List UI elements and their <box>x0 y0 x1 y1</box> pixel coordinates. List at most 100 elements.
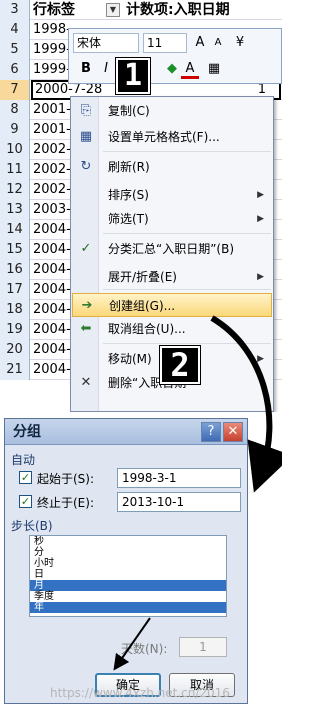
row-number[interactable]: 5 <box>0 40 30 60</box>
start-at-label: 起始于(S): <box>37 472 95 486</box>
row-label-cell[interactable]: 2004- <box>31 240 71 260</box>
row-number[interactable]: 10 <box>0 140 30 160</box>
header-row: 3 行标签 ▼ 计数项:入职日期 <box>0 0 282 20</box>
row-number[interactable]: 7 <box>0 80 30 100</box>
grow-font-button[interactable]: A <box>191 33 209 53</box>
row-number[interactable]: 13 <box>0 200 30 220</box>
end-at-input[interactable]: 2013-10-1 <box>117 492 241 512</box>
list-item[interactable]: 年 <box>30 602 226 613</box>
menu-item[interactable]: ✓ 分类汇总“入职日期”(B) <box>72 237 272 261</box>
menu-item[interactable]: ⎘ 复制(C) <box>72 99 272 123</box>
list-item[interactable]: 日 <box>30 569 226 580</box>
days-label: 天数(N): <box>121 642 168 656</box>
menu-item-label: 移动(M) <box>108 352 152 366</box>
copy-icon: ⎘ <box>80 103 92 118</box>
list-item[interactable]: 分 <box>30 547 226 558</box>
end-at-checkbox[interactable]: ✓ <box>19 495 32 508</box>
watermark: https://www.4xzh.net.cn/2016 <box>50 686 230 700</box>
step-section-label: 步长(B) <box>11 519 53 533</box>
row-number[interactable]: 6 <box>0 60 30 80</box>
row-label-cell[interactable]: 1999- <box>31 60 71 80</box>
list-item[interactable]: 月 <box>30 580 226 591</box>
group-dialog: 分组 ? ✕ 自动 ✓ 起始于(S): 1998-3-1 ✓ 终止于(E): 2… <box>4 418 248 704</box>
list-item[interactable]: 秒 <box>30 536 226 547</box>
row-number[interactable]: 19 <box>0 320 30 340</box>
row-number[interactable]: 14 <box>0 220 30 240</box>
row-label-cell[interactable]: 2002- <box>31 180 71 200</box>
row-label-cell[interactable]: 2001- <box>31 100 71 120</box>
row-number[interactable]: 9 <box>0 120 30 140</box>
menu-item-label: 刷新(R) <box>108 160 150 174</box>
menu-item-label: 复制(C) <box>108 104 150 118</box>
dialog-title-bar: 分组 ? ✕ <box>5 419 247 445</box>
step-2-badge: 2 <box>160 346 200 384</box>
row-label-cell[interactable]: 2004- <box>31 300 71 320</box>
row-label-cell[interactable]: 2004- <box>31 340 71 360</box>
menu-item[interactable]: 筛选(T) ▶ <box>72 207 272 231</box>
format-cells-icon: ▦ <box>79 129 93 144</box>
menu-item[interactable]: 排序(S) ▶ <box>72 183 272 207</box>
row-label-cell[interactable]: 2001- <box>31 120 71 140</box>
row-label-cell[interactable]: 2002- <box>31 140 71 160</box>
list-item[interactable]: 小时 <box>30 558 226 569</box>
font-size-select[interactable]: 11 <box>143 33 187 53</box>
row-label-cell[interactable]: 2004- <box>31 360 71 380</box>
end-at-label: 终止于(E): <box>37 496 94 510</box>
row-number[interactable]: 20 <box>0 340 30 360</box>
mini-toolbar: 宋体 11 A A ¥ B I ◆ A ▦ <box>68 28 282 84</box>
menu-item[interactable]: ⬅ 取消组合(U)... <box>72 317 272 341</box>
fill-color-icon[interactable]: ◆ <box>163 59 181 79</box>
days-input[interactable]: 1 <box>179 637 227 657</box>
row-label-header[interactable]: 行标签 <box>31 0 75 20</box>
row-label-cell[interactable]: 2004- <box>31 320 71 340</box>
row-label-cell[interactable]: 2004- <box>31 220 71 240</box>
menu-item-label: 展开/折叠(E) <box>108 270 177 284</box>
font-color-button[interactable]: A <box>181 59 199 79</box>
row-number[interactable]: 11 <box>0 160 30 180</box>
menu-item[interactable]: ▦ 设置单元格格式(F)... <box>72 125 272 149</box>
menu-item-label: 分类汇总“入职日期”(B) <box>108 242 235 256</box>
row-label-cell[interactable]: 1998- <box>31 20 71 40</box>
delete-icon: ✕ <box>80 375 92 390</box>
number-format-icon[interactable]: ¥ <box>231 33 249 53</box>
row-label-cell[interactable]: 1999- <box>31 40 71 60</box>
help-button[interactable]: ? <box>201 422 221 442</box>
row-label-cell[interactable]: 2004- <box>31 280 71 300</box>
row-number[interactable]: 16 <box>0 260 30 280</box>
row-number[interactable]: 4 <box>0 20 30 40</box>
group-arrow-icon: ➔ <box>81 298 93 313</box>
italic-button[interactable]: I <box>97 59 115 79</box>
row-number[interactable]: 12 <box>0 180 30 200</box>
font-name-select[interactable]: 宋体 <box>73 33 139 53</box>
submenu-arrow-icon: ▶ <box>257 354 264 364</box>
check-icon: ✓ <box>80 241 92 256</box>
count-field-header[interactable]: 计数项:入职日期 <box>126 0 230 20</box>
start-at-checkbox[interactable]: ✓ <box>19 471 32 484</box>
list-item[interactable]: 季度 <box>30 591 226 602</box>
menu-item[interactable]: ↻ 刷新(R) <box>72 155 272 179</box>
step-1-badge: 1 <box>116 58 150 94</box>
row-number[interactable]: 3 <box>0 0 30 20</box>
row-label-cell[interactable]: 2004- <box>31 260 71 280</box>
bold-button[interactable]: B <box>77 59 95 79</box>
auto-section-label: 自动 <box>11 453 36 467</box>
row-number[interactable]: 15 <box>0 240 30 260</box>
row-label-cell[interactable]: 2002- <box>31 160 71 180</box>
menu-separator <box>103 151 271 152</box>
menu-separator <box>103 289 271 290</box>
row-number[interactable]: 18 <box>0 300 30 320</box>
row-number[interactable]: 8 <box>0 100 30 120</box>
row-number[interactable]: 21 <box>0 360 30 380</box>
menu-item[interactable]: ➔ 创建组(G)... <box>72 293 272 317</box>
shrink-font-button[interactable]: A <box>209 33 227 53</box>
menu-item-label: 排序(S) <box>108 188 149 202</box>
submenu-arrow-icon: ▶ <box>257 214 264 224</box>
row-label-cell[interactable]: 2003- <box>31 200 71 220</box>
step-listbox[interactable]: 秒分小时日月季度年 <box>29 535 227 617</box>
row-label-filter-button[interactable]: ▼ <box>106 3 120 17</box>
row-number[interactable]: 17 <box>0 280 30 300</box>
close-button[interactable]: ✕ <box>223 422 243 442</box>
borders-icon[interactable]: ▦ <box>205 59 223 79</box>
menu-item[interactable]: 展开/折叠(E) ▶ <box>72 265 272 289</box>
start-at-input[interactable]: 1998-3-1 <box>117 468 241 488</box>
